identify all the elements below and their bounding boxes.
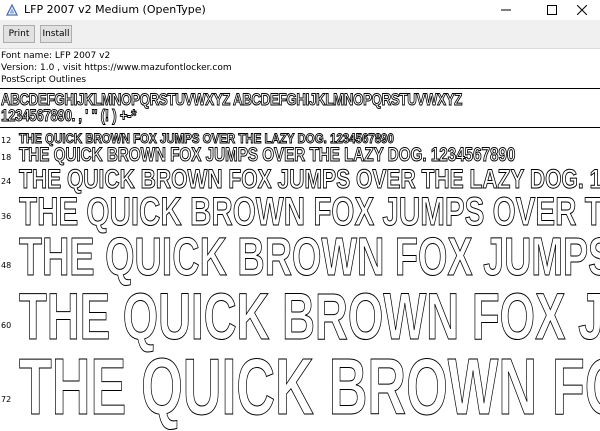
close-button[interactable]: [564, 0, 600, 20]
size-label: 72: [1, 395, 12, 404]
divider: [0, 88, 600, 89]
minimize-button[interactable]: [488, 0, 524, 20]
close-icon: [577, 5, 587, 15]
sample-line: THE QUICK BROWN FOX JUMPS OVER THE LAZY …: [19, 145, 516, 166]
size-label: 48: [1, 261, 12, 270]
sample-line: THE QUICK BROWN FOX JUMPS OVER THE LAZY …: [19, 164, 600, 194]
size-label: 18: [1, 153, 12, 162]
divider: [0, 127, 600, 128]
font-viewer-icon: [6, 4, 18, 16]
sample-line: THE QUICK BROWN FOX JUMPS OVER THE LAZY …: [19, 190, 600, 234]
install-button[interactable]: Install: [40, 25, 72, 43]
size-label: 36: [1, 212, 12, 221]
minimize-icon: [501, 9, 511, 11]
sample-line: THE QUICK BROWN FOX JUMPS OVER THE LAZY …: [19, 342, 600, 431]
toolbar: Print Install: [0, 20, 600, 49]
print-button[interactable]: Print: [3, 25, 35, 43]
size-label: 60: [1, 321, 12, 330]
size-label: 24: [1, 177, 12, 186]
sample-line: THE QUICK BROWN FOX JUMPS OVER THE LAZY …: [19, 130, 395, 146]
size-label: 12: [1, 136, 12, 145]
charset-digits-symbols: 1234567890. , ' " (! ) +-*: [1, 106, 137, 125]
title-bar[interactable]: LFP 2007 v2 Medium (OpenType): [0, 0, 600, 20]
font-outline-line: PostScript Outlines: [1, 75, 87, 85]
maximize-icon: [547, 5, 557, 15]
sample-line: THE QUICK BROWN FOX JUMPS OVER THE LAZY …: [19, 279, 600, 353]
window-title: LFP 2007 v2 Medium (OpenType): [24, 3, 206, 16]
font-version-line: Version: 1.0 , visit https://www.mazufon…: [1, 63, 232, 73]
sample-line: THE QUICK BROWN FOX JUMPS OVER THE LAZY …: [19, 227, 600, 287]
font-name-line: Font name: LFP 2007 v2: [1, 51, 111, 61]
